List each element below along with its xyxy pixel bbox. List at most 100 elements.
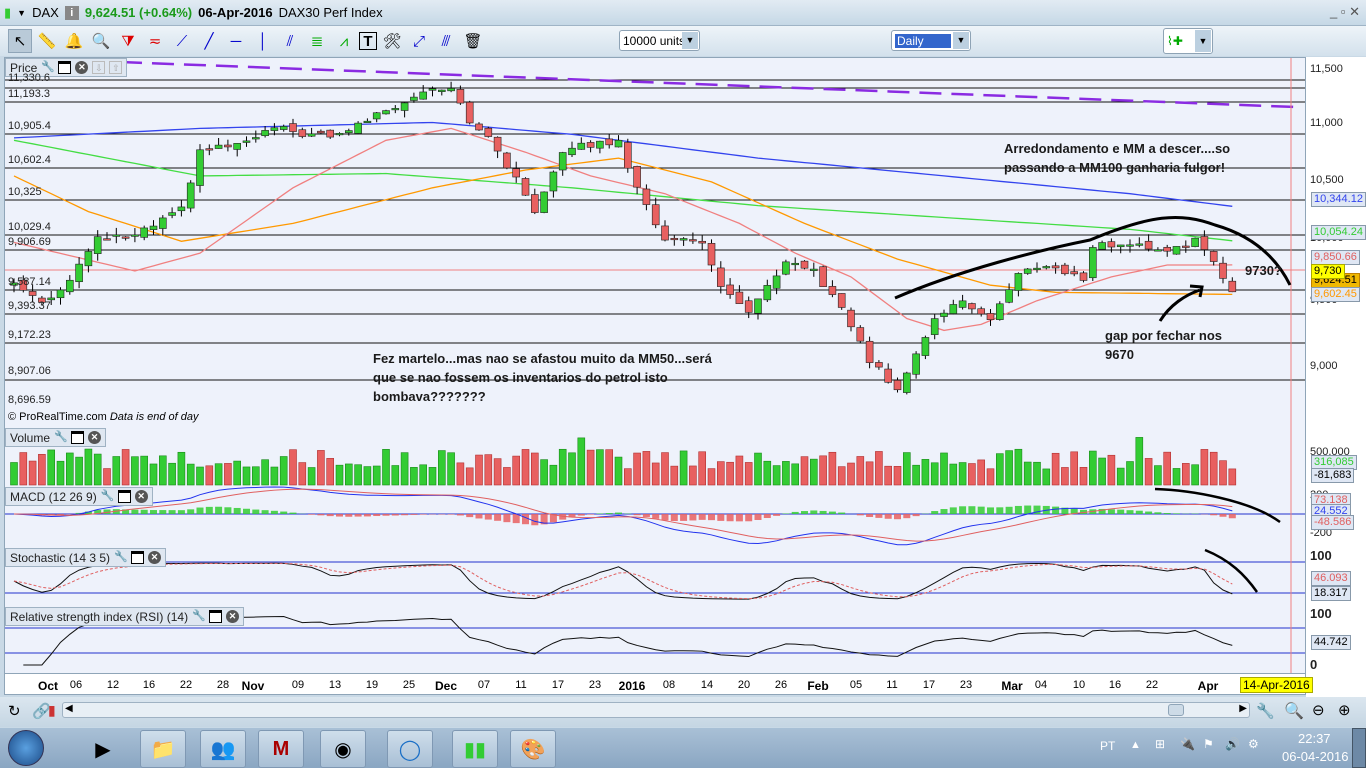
wrench-icon[interactable]: 🔧 <box>114 551 128 564</box>
volume-bar <box>1098 457 1106 486</box>
candle <box>940 309 948 323</box>
candle-body <box>586 142 595 148</box>
candle-body <box>1061 264 1069 275</box>
volume-bar <box>214 463 223 486</box>
candle-body <box>1051 265 1060 269</box>
volume-icon[interactable]: 🔊 <box>1225 737 1240 751</box>
show-desktop-button[interactable] <box>1352 728 1366 768</box>
refresh-chart-icon[interactable]: ↻ <box>8 702 21 720</box>
axis-label: 100 <box>1310 606 1332 621</box>
language-indicator[interactable]: PT <box>1100 739 1115 753</box>
clock-time[interactable]: 22:37 <box>1298 731 1331 746</box>
show-hidden-icons[interactable]: ▲ <box>1130 739 1141 751</box>
wrench-icon[interactable]: 🔧 <box>192 610 206 623</box>
close-icon[interactable]: ✕ <box>88 431 102 444</box>
annotation-9730[interactable]: 9730? <box>1245 261 1282 280</box>
candle-body <box>809 268 818 271</box>
chart-type-icon[interactable]: ▮ <box>48 702 56 719</box>
scroll-thumb[interactable] <box>1168 704 1184 716</box>
wrench-icon[interactable]: 🔧 <box>54 431 68 444</box>
prorealtime-icon[interactable]: ▮▮ <box>452 730 498 768</box>
volume-bar <box>354 464 362 486</box>
macd-histogram-bar <box>382 514 390 516</box>
messenger-icon[interactable]: 👥 <box>200 730 246 768</box>
volume-bar <box>289 449 297 486</box>
candle <box>521 177 530 196</box>
arrow-drawing <box>1158 284 1204 322</box>
candle-body <box>1089 247 1097 279</box>
move-up-icon[interactable]: ⇧ <box>109 61 123 74</box>
candle-body <box>1135 243 1144 246</box>
mcafee-icon[interactable]: M <box>258 730 304 768</box>
volume-bar <box>1116 467 1125 486</box>
start-button[interactable] <box>8 730 44 766</box>
macd-histogram-bar <box>894 514 901 520</box>
candle <box>549 170 558 198</box>
windows-icon[interactable]: ⊞ <box>1155 737 1165 751</box>
macd-histogram-bar <box>345 514 353 517</box>
zoom-out-icon[interactable]: ⊖ <box>1312 701 1325 719</box>
media-player-icon[interactable]: ▶ <box>80 730 126 768</box>
candle <box>1163 244 1171 257</box>
volume-bar <box>298 462 307 486</box>
candle <box>419 85 428 100</box>
action-center-icon[interactable]: ⚑ <box>1203 737 1214 751</box>
window-icon[interactable] <box>71 431 85 444</box>
right-axis[interactable] <box>1306 57 1366 697</box>
axis-label: 11,000 <box>1310 117 1343 129</box>
network-icon[interactable]: ⚙ <box>1248 737 1259 751</box>
scroll-right-icon[interactable]: ▶ <box>1239 703 1247 714</box>
macd-histogram-bar <box>1024 505 1032 514</box>
candle-body <box>884 368 893 383</box>
close-icon[interactable]: ✕ <box>148 551 162 564</box>
window-icon[interactable] <box>117 490 131 503</box>
window-icon[interactable] <box>58 61 72 74</box>
power-icon[interactable]: 🔌 <box>1180 737 1195 751</box>
close-icon[interactable]: ✕ <box>75 61 89 74</box>
volume-bar <box>307 467 316 486</box>
candle <box>354 121 362 135</box>
candle <box>465 100 474 125</box>
macd-histogram-bar <box>363 514 371 517</box>
candle <box>689 232 697 244</box>
annotation-gap[interactable]: gap por fechar nos 9670 <box>1105 326 1222 364</box>
wrench-icon[interactable]: 🔧 <box>101 490 115 503</box>
stoch-tag: 46.093 <box>1311 571 1351 586</box>
macd-histogram-bar <box>1210 514 1218 516</box>
explorer-icon[interactable]: 📁 <box>140 730 186 768</box>
annotation-rounding[interactable]: Arredondamento e MM a descer....so passan… <box>1004 139 1230 177</box>
window-icon[interactable] <box>209 610 223 623</box>
candle-body <box>837 293 846 308</box>
clock-date[interactable]: 06-04-2016 <box>1282 749 1349 764</box>
volume-bar <box>530 452 539 486</box>
paint-icon[interactable]: 🎨 <box>510 730 556 768</box>
volume-bar <box>103 468 111 486</box>
auto-zoom-icon[interactable]: 🔍 <box>1284 701 1304 721</box>
candle <box>289 118 297 138</box>
macd-histogram-bar <box>708 514 715 521</box>
candle <box>159 215 167 236</box>
app-circle-icon[interactable]: ◯ <box>387 730 433 768</box>
volume-bar <box>1182 463 1190 486</box>
candle <box>884 363 893 384</box>
close-icon[interactable]: ✕ <box>134 490 148 503</box>
close-icon[interactable]: ✕ <box>226 610 240 623</box>
volume-bar <box>651 462 660 486</box>
annotation-hammer[interactable]: Fez martelo...mas nao se afastou muito d… <box>373 349 712 406</box>
move-down-icon[interactable]: ⇩ <box>92 61 106 74</box>
window-icon[interactable] <box>131 551 145 564</box>
candle <box>233 143 241 157</box>
zoom-in-icon[interactable]: ⊕ <box>1338 701 1351 719</box>
chrome-icon[interactable]: ◉ <box>320 730 366 768</box>
scroll-left-icon[interactable]: ◀ <box>65 703 73 714</box>
macd-histogram-bar <box>484 514 492 520</box>
horizontal-scrollbar[interactable]: ◀ ▶ <box>62 702 1250 718</box>
volume-bar <box>177 451 186 486</box>
macd-histogram-bar <box>642 514 650 517</box>
candle <box>168 207 176 219</box>
date-label: 16 <box>1108 679 1122 691</box>
chart-settings-icon[interactable]: 🔧 <box>1256 702 1275 720</box>
volume-bar <box>512 455 521 486</box>
candle <box>1191 237 1199 248</box>
candle-body <box>512 168 521 178</box>
